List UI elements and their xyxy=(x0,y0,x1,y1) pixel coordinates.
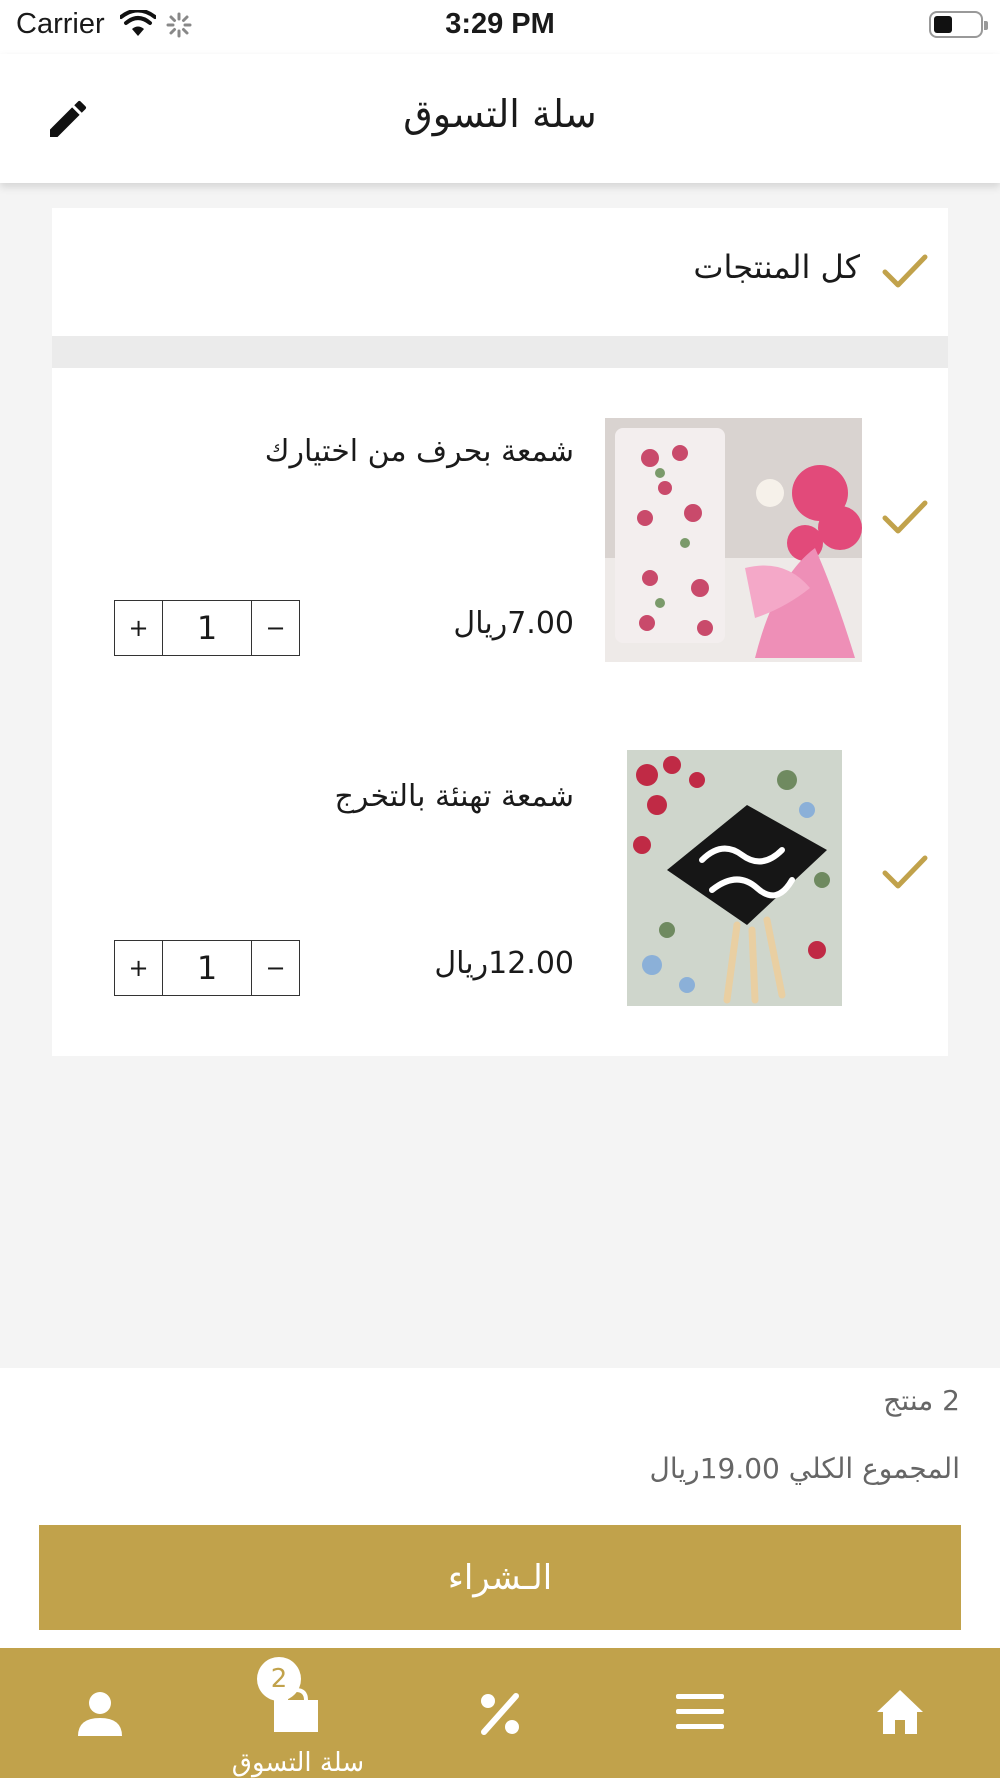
app-header: سلة التسوق xyxy=(0,54,1000,183)
checkmark-icon[interactable] xyxy=(882,853,928,893)
status-bar: Carrier 3:29 PM xyxy=(0,0,1000,54)
section-divider xyxy=(52,336,948,368)
battery-icon xyxy=(929,11,988,38)
checkmark-icon[interactable] xyxy=(882,498,928,538)
page-title: سلة التسوق xyxy=(403,92,597,136)
product-price: 7.00ريال xyxy=(453,606,574,641)
increment-button[interactable]: + xyxy=(115,941,162,995)
cart-count-badge: 2 xyxy=(257,1657,301,1701)
percent-icon xyxy=(481,1693,519,1735)
total-value: 19.00ريال xyxy=(649,1452,780,1485)
item-count: 2 منتج xyxy=(883,1384,960,1417)
cart-item: شمعة تهنئة بالتخرج 12.00ريال + 1 − xyxy=(52,713,948,1013)
tab-cart-label: سلة التسوق xyxy=(231,1748,365,1778)
order-summary: 2 منتج المجموع الكلي 19.00ريال الـشراء xyxy=(0,1368,1000,1648)
total-line: المجموع الكلي 19.00ريال xyxy=(650,1452,961,1485)
select-all-label: كل المنتجات xyxy=(693,248,860,286)
tab-profile[interactable] xyxy=(30,1648,170,1778)
user-icon xyxy=(78,1692,122,1736)
quantity-stepper: + 1 − xyxy=(114,940,300,996)
product-name[interactable]: شمعة تهنئة بالتخرج xyxy=(335,779,574,814)
tab-offers[interactable] xyxy=(430,1648,570,1778)
checkmark-icon[interactable] xyxy=(882,252,928,292)
decrement-button[interactable]: − xyxy=(252,601,299,655)
total-label: المجموع الكلي xyxy=(788,1452,960,1485)
home-icon xyxy=(877,1690,923,1734)
select-all-row[interactable]: كل المنتجات xyxy=(52,208,948,336)
quantity-value: 1 xyxy=(162,941,252,995)
menu-icon xyxy=(676,1694,724,1729)
quantity-value: 1 xyxy=(162,601,252,655)
increment-button[interactable]: + xyxy=(115,601,162,655)
tab-categories[interactable] xyxy=(630,1648,770,1778)
cart-item: شمعة بحرف من اختيارك 7.00ريال + 1 − xyxy=(52,368,948,668)
status-time: 3:29 PM xyxy=(445,8,555,40)
product-image[interactable] xyxy=(605,418,862,662)
cart-card: كل المنتجات شمعة بحرف من اختيارك 7.00ريا… xyxy=(52,208,948,1056)
checkout-button[interactable]: الـشراء xyxy=(39,1525,961,1630)
quantity-stepper: + 1 − xyxy=(114,600,300,656)
product-image[interactable] xyxy=(627,750,842,1006)
product-name[interactable]: شمعة بحرف من اختيارك xyxy=(265,434,574,469)
bottom-tab-bar: 2 سلة التسوق xyxy=(0,1648,1000,1778)
product-price: 12.00ريال xyxy=(434,946,574,981)
decrement-button[interactable]: − xyxy=(252,941,299,995)
tab-home[interactable] xyxy=(830,1648,970,1778)
